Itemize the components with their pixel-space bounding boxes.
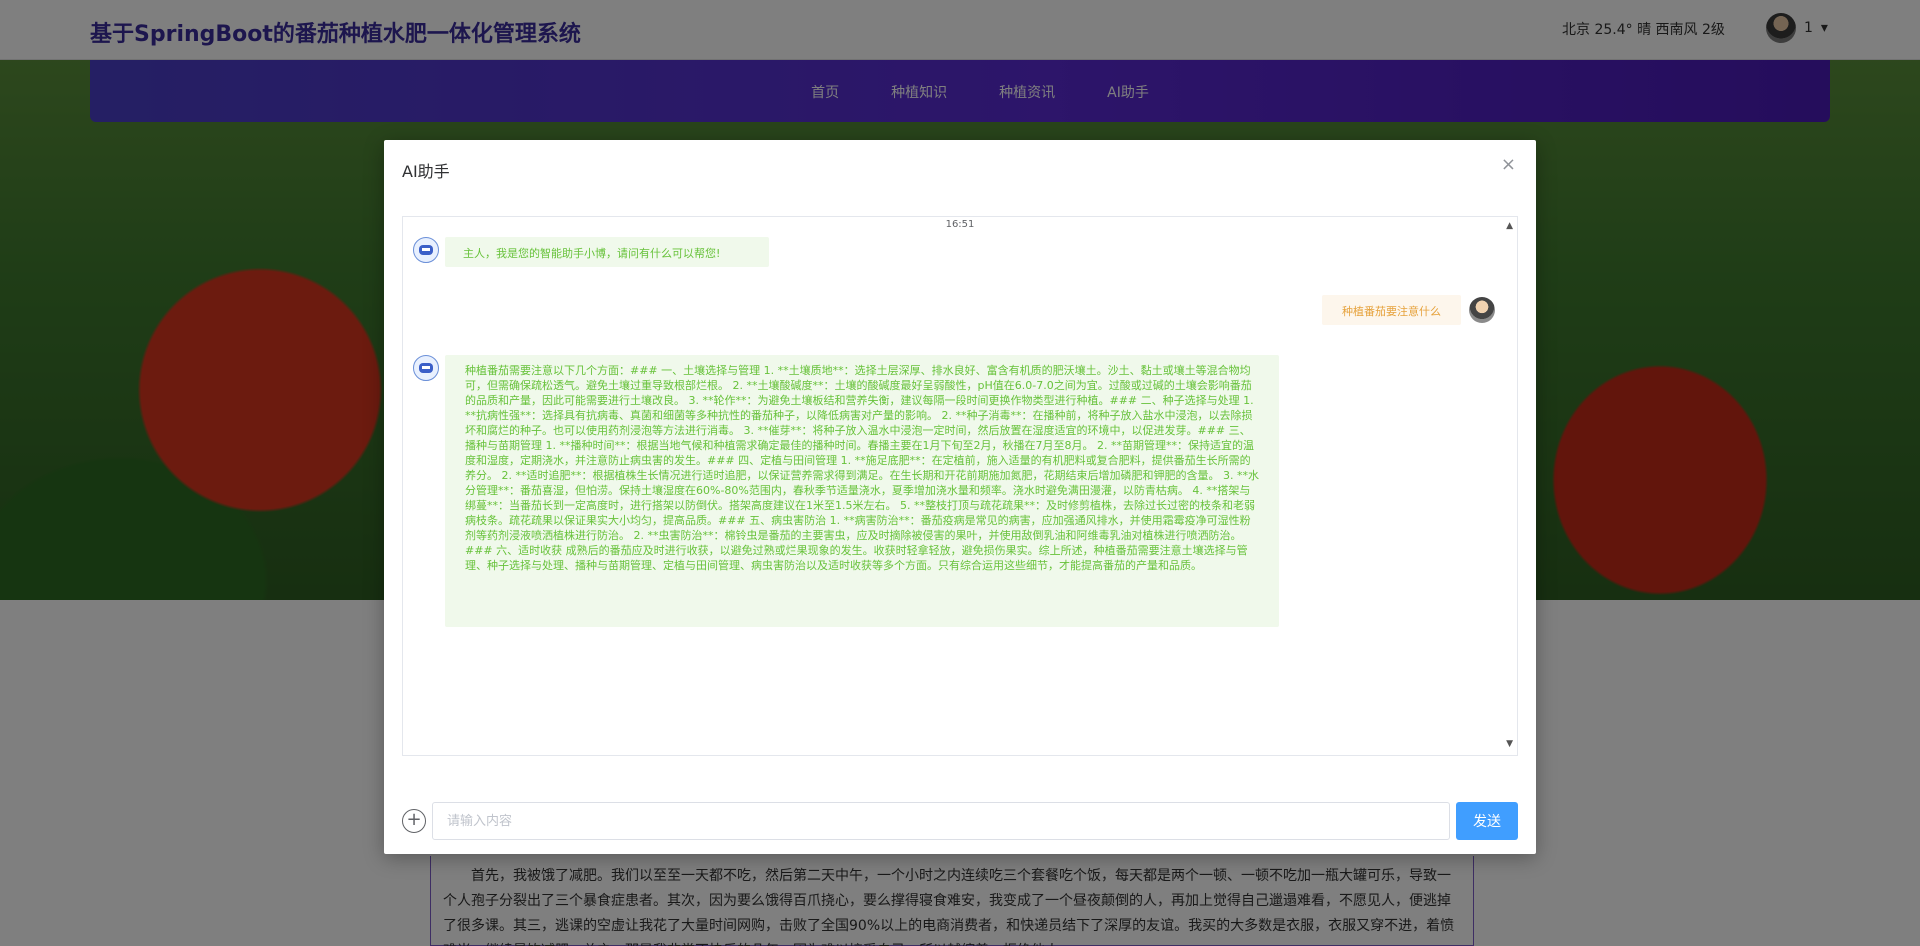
robot-icon xyxy=(413,355,439,381)
message-input[interactable] xyxy=(432,802,1450,840)
user-message: 种植番茄要注意什么 xyxy=(1322,295,1461,325)
message-input-row: + 发送 xyxy=(402,802,1518,840)
add-circle-icon[interactable]: + xyxy=(402,809,426,833)
close-icon[interactable]: × xyxy=(1501,156,1516,174)
robot-icon xyxy=(413,237,439,263)
bot-message: 种植番茄需要注意以下几个方面：### 一、土壤选择与管理 1. **土壤质地**… xyxy=(445,355,1279,627)
user-avatar xyxy=(1469,297,1495,323)
message-timestamp: 16:51 xyxy=(945,219,975,230)
scroll-down-icon[interactable]: ▼ xyxy=(1506,739,1513,749)
scroll-up-icon[interactable]: ▲ xyxy=(1506,221,1513,231)
bot-message: 主人，我是您的智能助手小博，请问有什么可以帮您! xyxy=(445,237,769,267)
send-button[interactable]: 发送 xyxy=(1456,802,1518,840)
chat-history[interactable]: 16:51 ▲ 主人，我是您的智能助手小博，请问有什么可以帮您! 种植番茄要注意… xyxy=(402,216,1518,756)
ai-assistant-dialog: AI助手 × 16:51 ▲ 主人，我是您的智能助手小博，请问有什么可以帮您! … xyxy=(384,140,1536,854)
dialog-title: AI助手 xyxy=(402,162,450,181)
